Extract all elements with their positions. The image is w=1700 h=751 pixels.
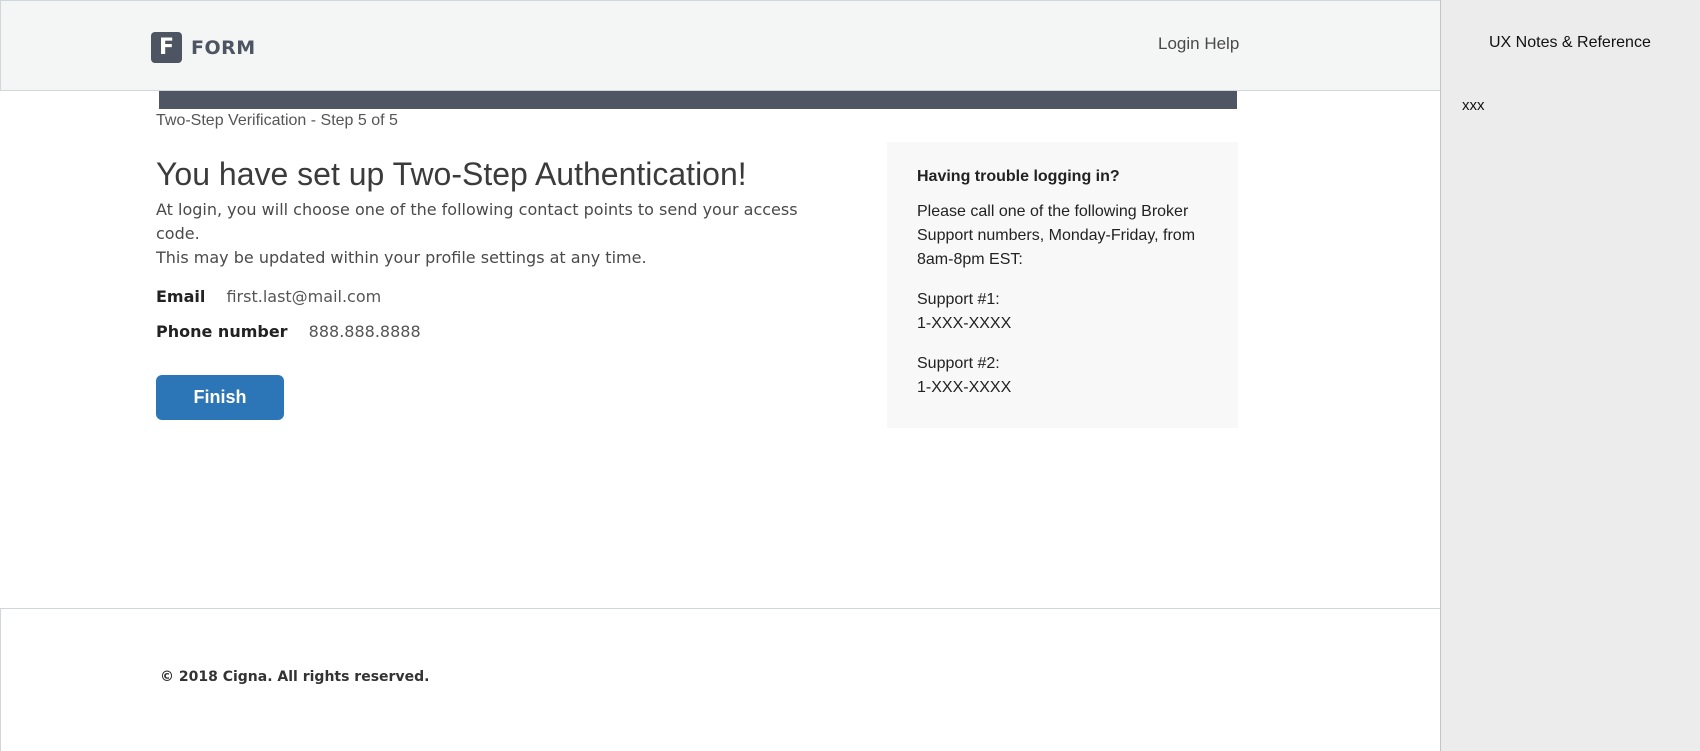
phone-contact: Phone number 888.888.8888 [156,322,421,341]
support-2-label: Support #2: [917,355,1000,372]
email-value: first.last@mail.com [226,287,382,306]
logo[interactable]: F FORM [151,32,256,63]
description-line-1: At login, you will choose one of the fol… [156,200,798,243]
support-1-label: Support #1: [917,291,1000,308]
finish-button[interactable]: Finish [156,375,284,420]
progress-bar [159,91,1237,109]
support-2-number: 1-XXX-XXXX [917,379,1012,396]
notes-body: xxx [1462,97,1485,114]
footer: © 2018 Cigna. All rights reserved. [0,608,1440,751]
email-contact: Email first.last@mail.com [156,287,381,306]
main-panel: F FORM Login Help Two-Step Verification … [0,0,1441,751]
logo-text: FORM [191,36,256,59]
email-label: Email [156,287,206,306]
step-label: Two-Step Verification - Step 5 of 5 [156,112,398,129]
phone-label: Phone number [156,322,288,341]
logo-icon: F [151,32,182,63]
notes-title: UX Notes & Reference [1489,34,1651,51]
help-box: Having trouble logging in? Please call o… [887,142,1238,428]
copyright: © 2018 Cigna. All rights reserved. [160,669,430,685]
help-text: Please call one of the following Broker … [917,203,1196,268]
help-heading: Having trouble logging in? [917,168,1120,185]
description: At login, you will choose one of the fol… [156,198,836,270]
header: F FORM Login Help [0,0,1441,91]
login-help-link[interactable]: Login Help [1158,34,1239,54]
page-title: You have set up Two-Step Authentication! [156,156,747,192]
phone-value: 888.888.8888 [308,322,421,341]
support-1-number: 1-XXX-XXXX [917,315,1012,332]
description-line-2: This may be updated within your profile … [156,248,647,267]
ux-notes-panel: UX Notes & Reference xxx [1440,0,1700,751]
